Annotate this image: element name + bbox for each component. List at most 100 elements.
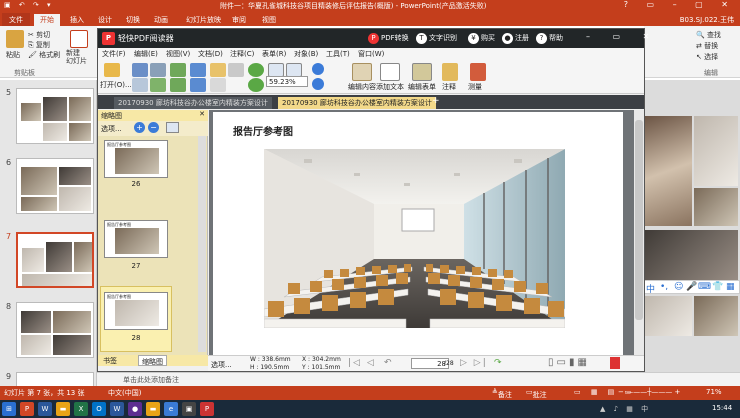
- snapshot-icon[interactable]: [228, 63, 244, 77]
- notes-placeholder[interactable]: 单击此处添加备注: [123, 375, 179, 385]
- outlook-task-icon[interactable]: O: [92, 402, 106, 416]
- refresh-icon[interactable]: [248, 78, 264, 92]
- tab-bookmarks[interactable]: 书签: [100, 355, 120, 366]
- page-thumbnail-27[interactable]: 报告厅参考图: [104, 220, 168, 258]
- add-text-icon[interactable]: [380, 63, 400, 81]
- paste-icon[interactable]: [6, 30, 24, 48]
- tab-thumbnails[interactable]: 缩略图: [138, 355, 167, 366]
- fit-width-icon[interactable]: [286, 63, 302, 77]
- window-controls[interactable]: ? ▭ – ▢ ✕: [624, 0, 736, 9]
- user-account[interactable]: B03.SJ.022.王伟: [680, 15, 734, 25]
- tab-view[interactable]: 视图: [262, 15, 276, 25]
- new-slide-icon[interactable]: [70, 30, 88, 48]
- edit-content-button[interactable]: 编辑内容: [348, 82, 376, 92]
- select-tool-icon[interactable]: [210, 78, 226, 92]
- status-options-button[interactable]: 选项...: [211, 360, 232, 370]
- new-tab-icon[interactable]: +: [432, 96, 440, 106]
- thumbnail-scrollbar[interactable]: [198, 136, 206, 352]
- edit-form-icon[interactable]: [412, 63, 432, 81]
- tab-design[interactable]: 设计: [98, 15, 112, 25]
- pdf-export-icon[interactable]: [610, 357, 620, 369]
- menu-edit[interactable]: 编辑(E): [134, 49, 158, 59]
- doc-tab-2[interactable]: 20170930 廊坊科技谷办公楼室内精装方案设计: [278, 97, 436, 109]
- zoom-slider[interactable]: − ———┼——— +: [618, 388, 680, 396]
- notes-toggle[interactable]: ≜ 备注: [492, 388, 512, 399]
- back-arrow-icon[interactable]: [170, 63, 186, 77]
- find-button[interactable]: 🔍 查找: [696, 30, 721, 40]
- system-tray[interactable]: ▲ ♪ ▦ 中: [600, 404, 651, 414]
- thumb-settings-icon[interactable]: [166, 122, 179, 133]
- slide-thumbnail-9[interactable]: [16, 372, 94, 386]
- replace-button[interactable]: ⇄ 替换: [696, 41, 718, 51]
- menu-object[interactable]: 对象(B): [294, 49, 318, 59]
- menu-comment[interactable]: 注释(C): [230, 49, 254, 59]
- comments-toggle[interactable]: ▭ 批注: [526, 388, 547, 399]
- first-prev-page-icon[interactable]: |◁ ◁: [348, 358, 376, 368]
- notes-pane[interactable]: 单击此处添加备注: [97, 372, 740, 386]
- edit-content-icon[interactable]: [352, 63, 372, 81]
- slide-thumbnail-8[interactable]: [16, 302, 94, 358]
- redo-icon[interactable]: [190, 78, 206, 92]
- format-painter-button[interactable]: 🖌 格式刷: [28, 50, 60, 60]
- language-indicator[interactable]: 中文(中国): [108, 388, 141, 398]
- next-last-page-icon[interactable]: ▷ ▷|: [460, 358, 488, 368]
- chinese-mode-icon[interactable]: 中: [646, 282, 655, 295]
- select-button[interactable]: ↖ 选择: [696, 52, 718, 62]
- powerpoint-task-icon[interactable]: P: [20, 402, 34, 416]
- punctuation-icon[interactable]: •,: [660, 282, 668, 292]
- emoji-icon[interactable]: ☺: [674, 282, 683, 292]
- tab-transitions[interactable]: 切换: [126, 15, 140, 25]
- annotate-button[interactable]: 注释: [442, 82, 456, 92]
- annotate-icon[interactable]: [442, 63, 458, 81]
- excel-task-icon[interactable]: X: [74, 402, 88, 416]
- add-text-button[interactable]: 添加文本: [376, 82, 404, 92]
- menu-document[interactable]: 文档(D): [198, 49, 223, 59]
- save-icon[interactable]: [132, 63, 148, 77]
- tab-slideshow[interactable]: 幻灯片放映: [186, 15, 221, 25]
- scroll-thumb[interactable]: [635, 120, 643, 320]
- zoom-out-icon[interactable]: [312, 78, 324, 90]
- skin-icon[interactable]: 👕: [712, 282, 723, 292]
- thumb-zoom-in-icon[interactable]: +: [134, 122, 145, 133]
- doc-tab-1[interactable]: 20170930 廊坊科技谷办公楼室内精装方案设计: [114, 97, 272, 109]
- start-icon[interactable]: ⊞: [2, 402, 16, 416]
- toolbox-icon[interactable]: ▦: [726, 282, 735, 292]
- copy-button[interactable]: ⎘ 复制: [28, 40, 50, 50]
- word-task-icon[interactable]: W: [38, 402, 52, 416]
- undo-icon[interactable]: [190, 63, 206, 77]
- pdf-convert-button[interactable]: P PDF转换: [368, 33, 409, 44]
- slide-thumbnail-7[interactable]: [16, 232, 94, 288]
- open-button[interactable]: 打开(O)...: [100, 80, 132, 90]
- zoom-in-icon[interactable]: [312, 63, 324, 75]
- rotate-icon[interactable]: [248, 63, 264, 77]
- clock[interactable]: 15:44: [712, 404, 732, 412]
- menu-form[interactable]: 表单(R): [262, 49, 286, 59]
- cut-button[interactable]: ✂ 剪切: [28, 30, 50, 40]
- thumb-options-button[interactable]: 选项...: [101, 124, 122, 134]
- zoom-level[interactable]: 71%: [706, 388, 722, 396]
- menu-window[interactable]: 窗口(W): [358, 49, 384, 59]
- document-view[interactable]: 报告厅参考图: [209, 110, 634, 355]
- slide-thumbnail-6[interactable]: [16, 158, 94, 214]
- paste-button[interactable]: 粘贴: [6, 50, 20, 60]
- tab-home[interactable]: 开始: [34, 14, 60, 26]
- forward-arrow-icon[interactable]: [170, 78, 186, 92]
- hand-tool-icon[interactable]: [210, 63, 226, 77]
- page-thumbnail-28[interactable]: 报告厅参考图: [104, 292, 168, 330]
- email-icon[interactable]: [132, 78, 148, 92]
- menu-file[interactable]: 文件(F): [102, 49, 126, 59]
- quick-access-toolbar[interactable]: ▣ ↶ ↷ ▾: [4, 1, 54, 9]
- print-icon[interactable]: [150, 63, 166, 77]
- measure-button[interactable]: 测量: [468, 82, 482, 92]
- page-thumbnail-26[interactable]: 报告厅参考图: [104, 140, 168, 178]
- buy-button[interactable]: ¥ 购买: [468, 33, 495, 44]
- app-task-icon-2[interactable]: ▣: [182, 402, 196, 416]
- word-task-icon-2[interactable]: W: [110, 402, 124, 416]
- register-button[interactable]: ● 注册: [502, 33, 529, 44]
- forward-view-icon[interactable]: ↷: [494, 358, 502, 368]
- page-layout-icons[interactable]: ▯▭▮▦: [548, 357, 590, 368]
- thumb-zoom-out-icon[interactable]: −: [148, 122, 159, 133]
- browser-task-icon[interactable]: e: [164, 402, 178, 416]
- menu-tools[interactable]: 工具(T): [326, 49, 350, 59]
- close-pane-icon[interactable]: ✕: [199, 110, 205, 118]
